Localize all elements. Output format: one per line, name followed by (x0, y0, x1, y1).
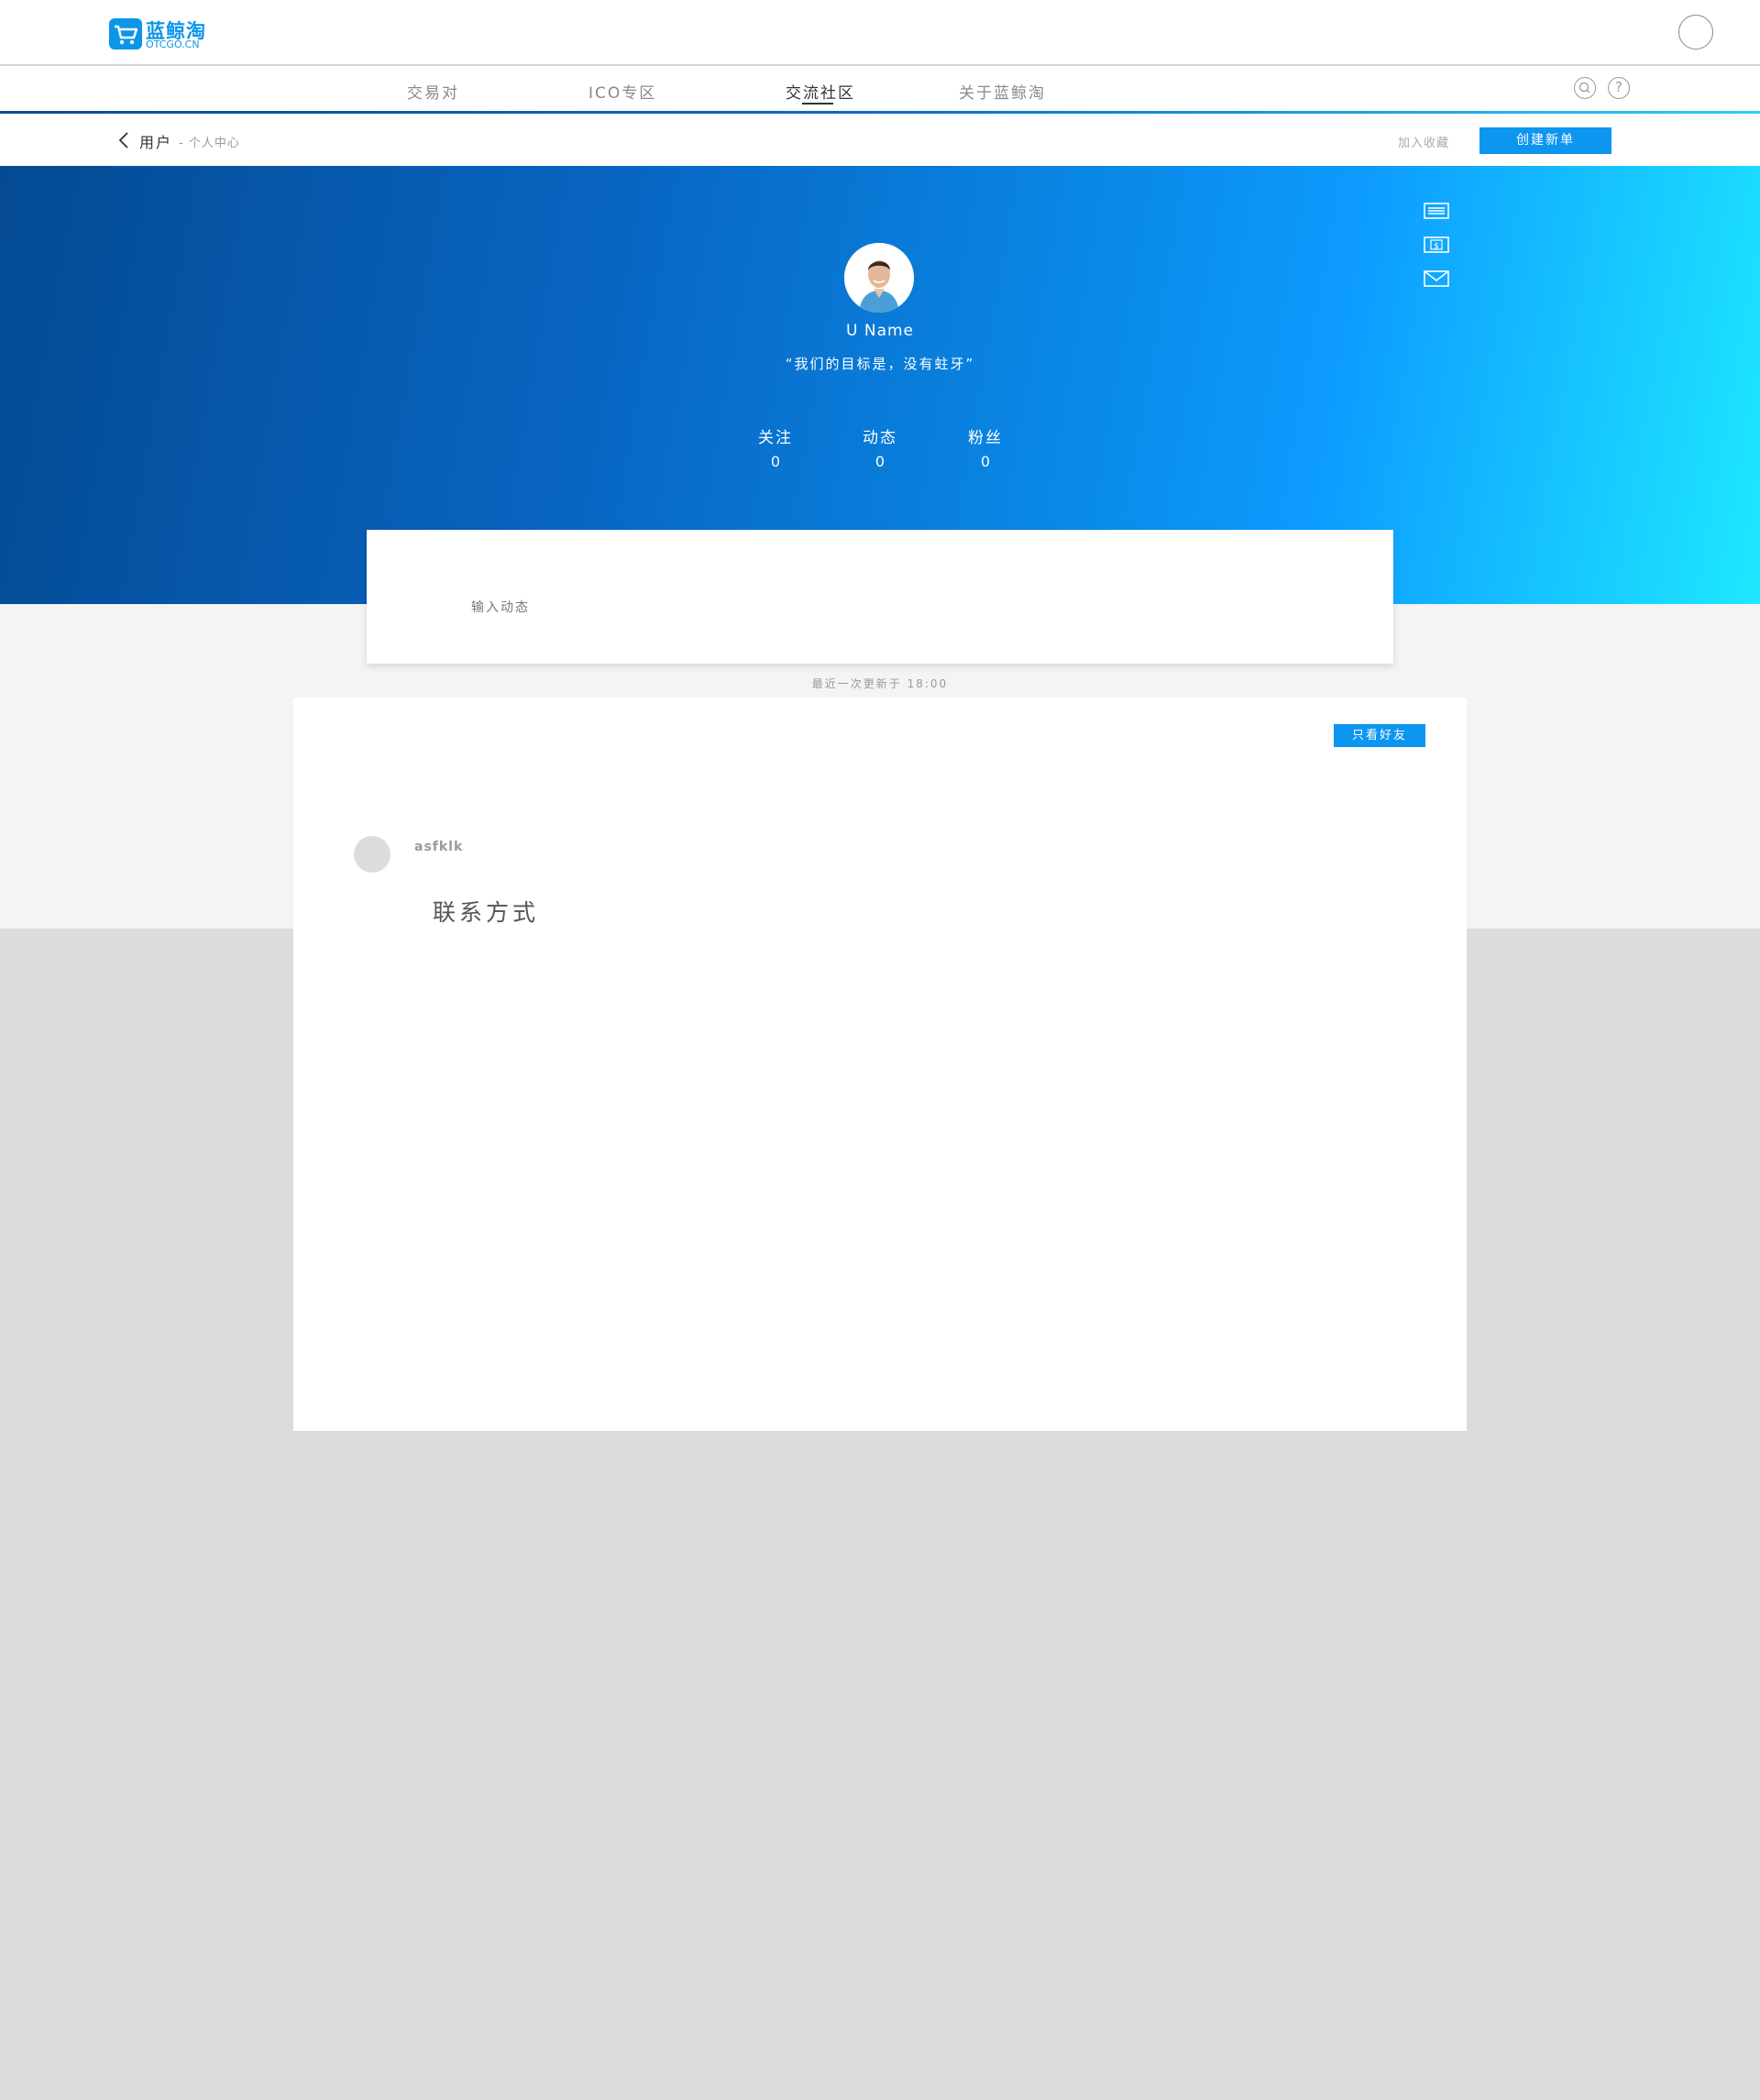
post-author-avatar[interactable] (354, 836, 390, 873)
stat-following-label[interactable]: 关注 (739, 424, 812, 447)
stat-following-value[interactable]: 0 (739, 453, 812, 470)
chevron-left-icon[interactable] (116, 131, 133, 149)
breadcrumb-title: 用户 (139, 134, 173, 151)
logo-domain: OTCGO.CN (146, 38, 200, 50)
list-icon[interactable] (1424, 201, 1449, 221)
post-input[interactable]: 输入动态 (471, 598, 530, 616)
stat-followers-label[interactable]: 粉丝 (949, 424, 1022, 447)
nav-item-about[interactable]: 关于蓝鲸淘 (959, 80, 1046, 103)
feed-panel (293, 698, 1467, 1431)
user-avatar-circle[interactable] (1678, 15, 1713, 49)
stat-followers-value[interactable]: 0 (949, 453, 1022, 470)
breadcrumb-subtitle: - 个人中心 (179, 137, 240, 150)
top-header (0, 0, 1760, 66)
nav-active-underline (802, 103, 833, 104)
nav-item-community[interactable]: 交流社区 (786, 80, 855, 103)
profile-avatar[interactable] (844, 243, 914, 313)
main-nav (0, 66, 1760, 112)
help-icon[interactable]: ? (1608, 77, 1630, 99)
help-glyph: ? (1615, 79, 1622, 95)
stat-posts-value[interactable]: 0 (843, 453, 917, 470)
post-content: 联系方式 (433, 899, 540, 926)
last-update-text: 最近一次更新于 18:00 (811, 677, 949, 690)
post-author-name[interactable]: asfklk (414, 840, 463, 854)
search-icon[interactable] (1574, 77, 1596, 99)
nav-item-trading-pairs[interactable]: 交易对 (407, 80, 459, 103)
nav-item-ico[interactable]: ICO专区 (588, 80, 656, 103)
dollar-bill-icon[interactable]: $ (1424, 235, 1449, 255)
create-order-button[interactable]: 创建新单 (1480, 127, 1612, 154)
friends-only-button[interactable]: 只看好友 (1334, 724, 1425, 747)
post-composer-card[interactable] (367, 530, 1393, 664)
mail-icon[interactable] (1424, 269, 1449, 289)
shopping-cart-icon[interactable] (109, 18, 146, 51)
profile-username: U Name (846, 322, 914, 340)
profile-motto: “我们的目标是，没有蛀牙” (785, 356, 975, 372)
stat-posts-label[interactable]: 动态 (843, 424, 917, 447)
add-favorite-link[interactable]: 加入收藏 (1398, 133, 1449, 150)
svg-text:$: $ (1434, 242, 1439, 251)
